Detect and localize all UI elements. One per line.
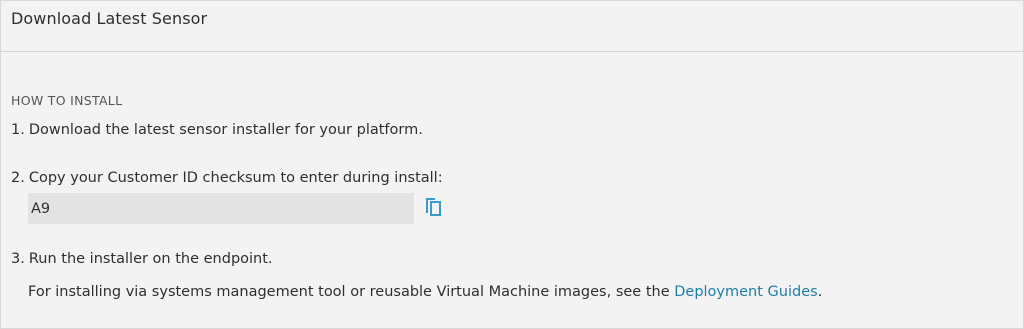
download-sensor-panel: Download Latest Sensor HOW TO INSTALL 1.… (0, 0, 1024, 329)
step-text: Copy your Customer ID checksum to enter … (28, 170, 443, 186)
header-divider (1, 51, 1023, 52)
install-step-3: 3. Run the installer on the endpoint. (11, 251, 273, 267)
panel-title: Download Latest Sensor (11, 9, 208, 28)
deployment-note-suffix: . (817, 284, 823, 300)
deployment-note: For installing via systems management to… (28, 284, 822, 300)
copy-customer-id-button[interactable] (423, 196, 445, 218)
how-to-install-heading: HOW TO INSTALL (11, 93, 123, 108)
deployment-guides-link[interactable]: Deployment Guides (674, 284, 817, 300)
deployment-note-text: For installing via systems management to… (28, 284, 675, 300)
step-number: 1. (11, 122, 25, 138)
step-number: 2. (11, 170, 25, 186)
install-step-1: 1. Download the latest sensor installer f… (11, 122, 423, 138)
copy-icon (426, 198, 441, 216)
step-text: Run the installer on the endpoint. (28, 251, 273, 267)
install-step-2: 2. Copy your Customer ID checksum to ente… (11, 170, 443, 186)
customer-id-field[interactable]: A9 (28, 193, 414, 224)
step-number: 3. (11, 251, 25, 267)
step-text: Download the latest sensor installer for… (28, 122, 423, 138)
customer-id-value[interactable]: A9 (31, 201, 50, 217)
